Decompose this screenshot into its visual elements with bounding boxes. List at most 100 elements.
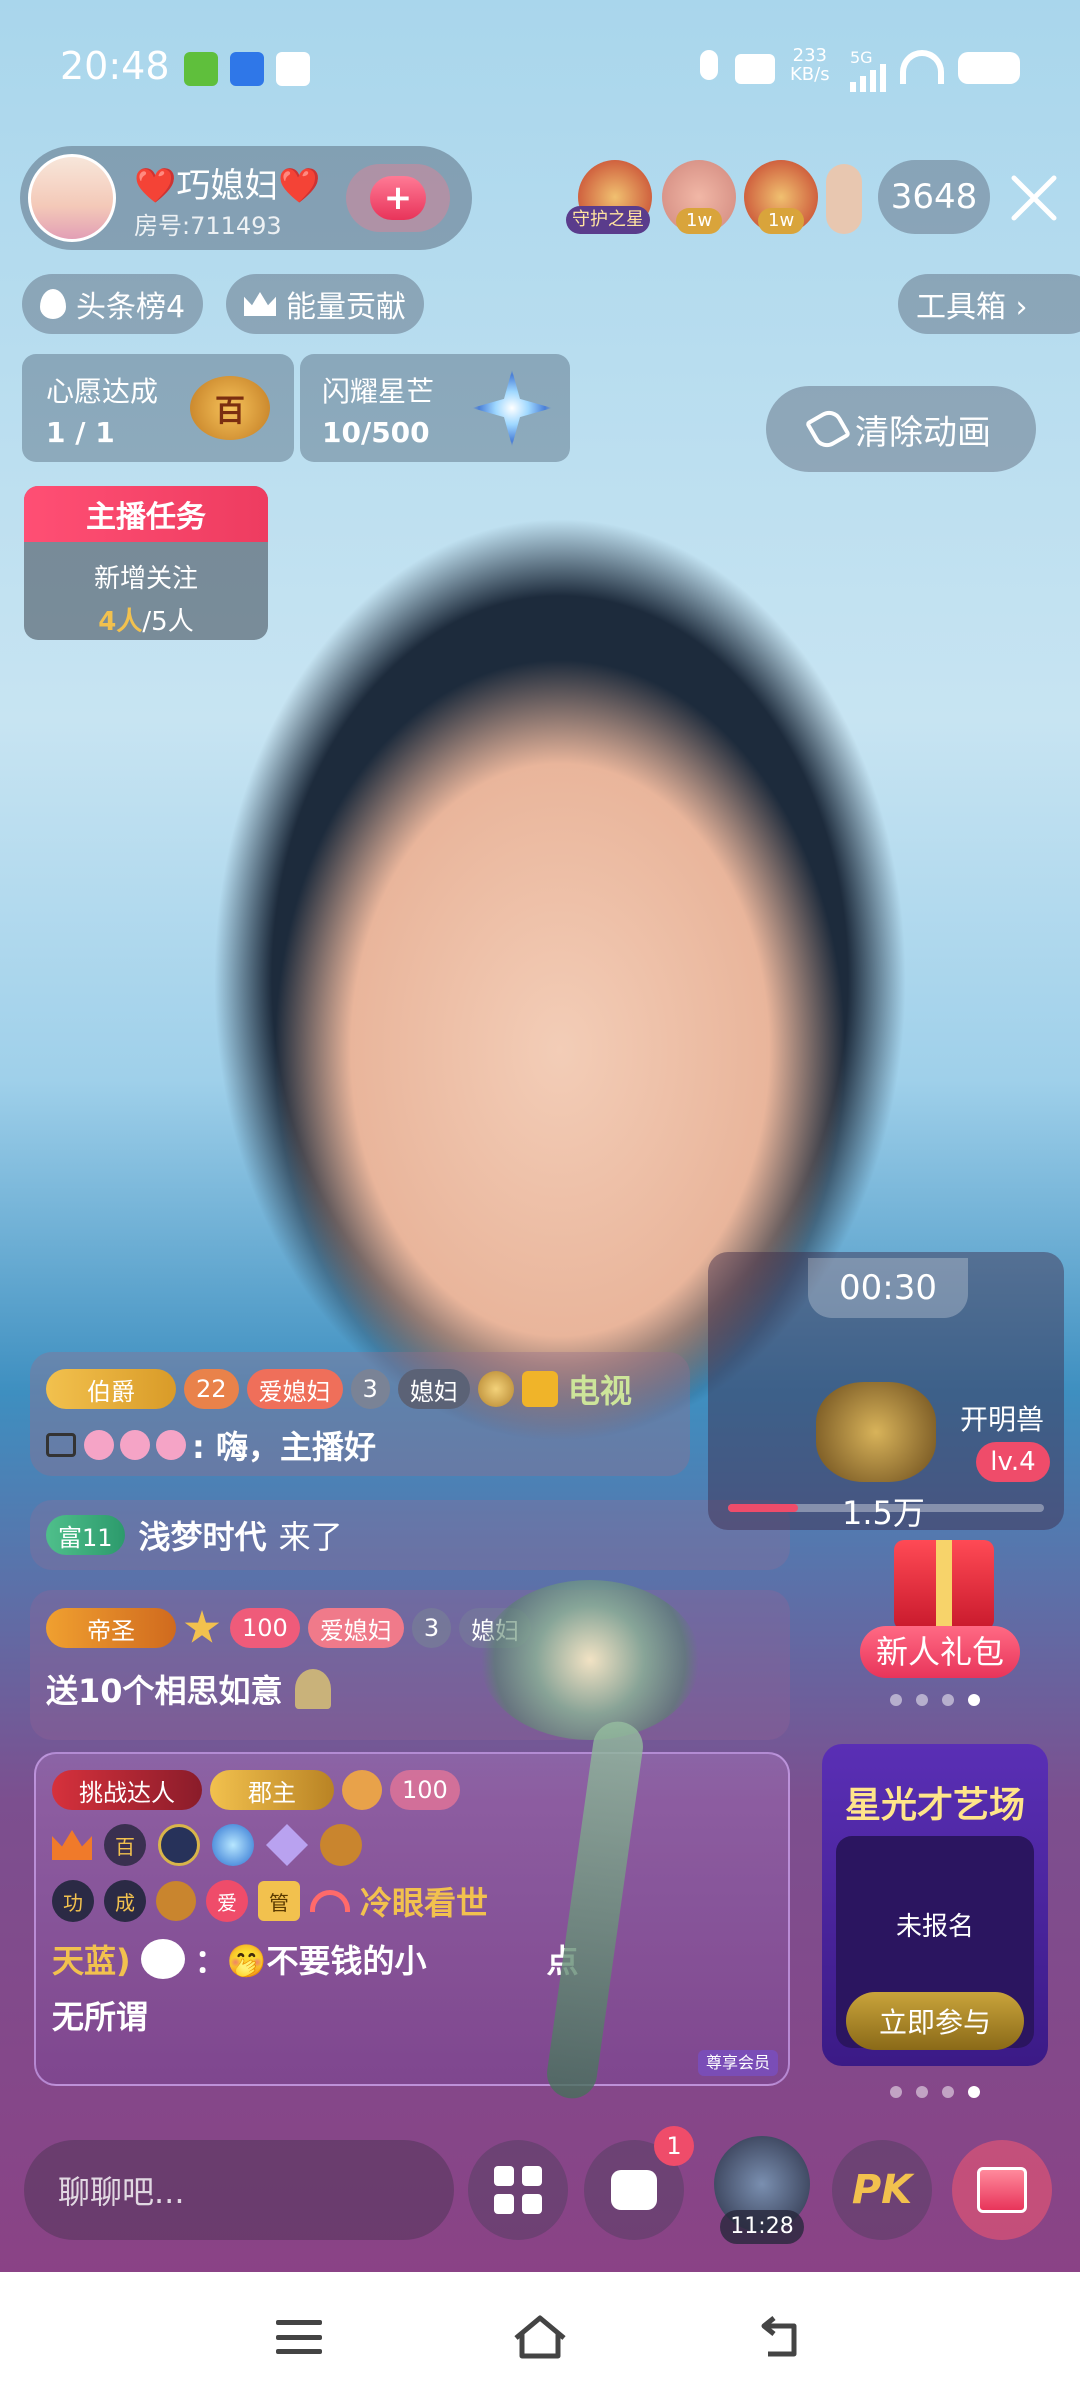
net-speed: 233 KB/s	[790, 46, 830, 84]
comment-message: : 嗨，主播好	[192, 1428, 376, 1466]
live-stream-screen: 20:48 233 KB/s 5G ❤️巧媳妇❤️ 房号:711493 + 守护…	[0, 0, 1080, 2400]
carousel-dots	[890, 2086, 980, 2098]
talent-show-card[interactable]: 星光才艺场 未报名 立即参与	[822, 1744, 1048, 2066]
viewer-badge: 1w	[758, 208, 805, 234]
badge-row: 伯爵 22 爱媳妇 3 媳妇 电视	[46, 1366, 674, 1412]
wealth-badge: 富11	[46, 1515, 125, 1555]
app-notification-icon	[230, 52, 264, 86]
close-icon[interactable]	[1006, 170, 1062, 226]
noble-username[interactable]: 冷眼看世	[360, 1878, 488, 1924]
pk-timer-text: 00:30	[839, 1268, 937, 1308]
swirl-badge-icon	[212, 1824, 254, 1866]
viewer-badge: 1w	[676, 208, 723, 234]
name-row: 功 成 爱 管 冷眼看世	[52, 1878, 772, 1924]
fan-level-badge: 100	[390, 1770, 460, 1810]
clear-animation-button[interactable]: 清除动画	[766, 386, 1036, 472]
menu-icon[interactable]	[276, 2320, 322, 2354]
fan-club-badge: 爱媳妇	[307, 1608, 404, 1648]
chat-comment[interactable]: 伯爵 22 爱媳妇 3 媳妇 电视 : 嗨，主播好	[30, 1352, 690, 1476]
fan-level-badge: 22	[184, 1369, 239, 1409]
wish-medal-text: 百	[215, 394, 245, 429]
headline-rank-button[interactable]: 头条榜4	[22, 274, 204, 334]
noble-badge: 郡主	[210, 1770, 334, 1810]
rank-badge: 伯爵	[46, 1369, 176, 1409]
carousel-dots	[890, 1694, 980, 1706]
star-badge-icon	[184, 1610, 220, 1643]
system-nav-bar	[0, 2272, 1080, 2400]
host-name: ❤️巧媳妇❤️	[134, 166, 321, 206]
host-avatar[interactable]	[28, 154, 116, 242]
love-badge-text: 爱	[217, 1890, 237, 1915]
back-icon[interactable]	[756, 2312, 806, 2362]
flower-icon	[120, 1430, 150, 1460]
compass-badge-icon	[158, 1824, 200, 1866]
message-row: 送10个相思如意	[46, 1666, 774, 1712]
guard-badge-icon	[320, 1824, 362, 1866]
chat-gift-message[interactable]: 帝圣 100 爱媳妇 3 媳妇 送10个相思如意	[30, 1590, 790, 1740]
message-row: 天蓝) ：🤭不要钱的小 点	[52, 1936, 772, 1982]
achieve-badge-text: 成	[115, 1890, 135, 1915]
app-notification-icon	[184, 52, 218, 86]
admin-badge-icon: 管	[258, 1881, 300, 1921]
hundred-badge-icon: 百	[104, 1824, 146, 1866]
challenge-badge: 挑战达人	[52, 1770, 202, 1810]
talent-join-button[interactable]: 立即参与	[846, 1992, 1024, 2050]
broom-icon	[804, 405, 852, 453]
viewer-avatar[interactable]	[826, 164, 862, 234]
user-icon	[521, 1371, 558, 1407]
pk-panel[interactable]: 00:30 开明兽 lv.4 1.5万	[708, 1252, 1064, 1532]
home-icon[interactable]	[510, 2312, 570, 2362]
gift-button[interactable]	[952, 2140, 1052, 2240]
host-task-card[interactable]: 主播任务 新增关注 4人/5人	[24, 486, 268, 640]
icon-row: 百	[52, 1824, 772, 1866]
gift-message: 送10个相思如意	[46, 1672, 283, 1710]
toolbox-label: 工具箱 ›	[916, 290, 1028, 325]
badge-row: 帝圣 100 爱媳妇 3 媳妇	[46, 1608, 774, 1648]
viewer-count-value: 3648	[890, 177, 978, 217]
toolbox-button[interactable]: 工具箱 ›	[898, 274, 1080, 334]
chat-input[interactable]: 聊聊吧...	[24, 2140, 454, 2240]
star-card[interactable]: 闪耀星芒 10/500	[300, 354, 570, 462]
more-apps-button[interactable]	[468, 2140, 568, 2240]
host-task-progress: 4人/5人	[24, 601, 268, 638]
entry-action: 来了	[278, 1518, 343, 1556]
newbie-gift-button[interactable]: 新人礼包	[860, 1530, 1020, 1680]
viewer-count[interactable]: 3648	[878, 160, 990, 234]
pk-button[interactable]: PK	[832, 2140, 932, 2240]
chat-entry-notice[interactable]: 富11 浅梦时代 来了	[30, 1500, 790, 1570]
host-task-current: 4人	[98, 607, 143, 637]
pk-icon: PK	[851, 2167, 913, 2213]
pk-score: 1.5万	[842, 1494, 925, 1532]
viewer-badge: 守护之星	[566, 206, 650, 234]
vip-member-label: 尊享会员	[697, 2050, 778, 2076]
fan-level-badge: 100	[230, 1608, 300, 1648]
room-id: 房号:711493	[134, 212, 282, 240]
battery-icon	[958, 52, 1020, 84]
love-badge-icon: 爱	[206, 1880, 248, 1922]
beast-icon	[816, 1382, 936, 1482]
entry-username[interactable]: 浅梦时代	[139, 1512, 267, 1558]
message-icon	[611, 2170, 657, 2210]
wish-label: 心愿达成	[46, 375, 159, 408]
pk-progress-fill	[728, 1504, 798, 1512]
star-label: 闪耀星芒	[322, 375, 435, 408]
star-burst-icon	[472, 370, 552, 446]
drop-icon	[40, 289, 66, 319]
comment-username[interactable]: 电视	[568, 1366, 632, 1412]
diamond-badge-icon	[266, 1824, 308, 1866]
group-badge: 媳妇	[397, 1369, 470, 1409]
net-speed-value: 233	[792, 45, 827, 66]
energy-contribution-button[interactable]: 能量贡献	[226, 274, 424, 334]
follow-button[interactable]: +	[346, 164, 450, 232]
beast-name: 开明兽	[960, 1403, 1045, 1436]
heart-icon: +	[370, 176, 426, 220]
wish-card[interactable]: 心愿达成 1 / 1 百	[22, 354, 294, 462]
hundred-badge-text: 百	[115, 1834, 135, 1859]
talent-status: 未报名	[895, 1912, 974, 1942]
noble-message-tail: 点	[546, 1942, 579, 1980]
chat-noble-comment[interactable]: 挑战达人 郡主 100 百 功 成 爱 管 冷眼看世 天蓝) ：🤭不要钱的小 点…	[34, 1752, 790, 2086]
ruyi-gift-icon	[294, 1669, 331, 1709]
chat-input-placeholder: 聊聊吧...	[58, 2173, 185, 2211]
crown-badge-icon	[52, 1830, 92, 1860]
talent-title: 星光才艺场	[844, 1785, 1025, 1826]
